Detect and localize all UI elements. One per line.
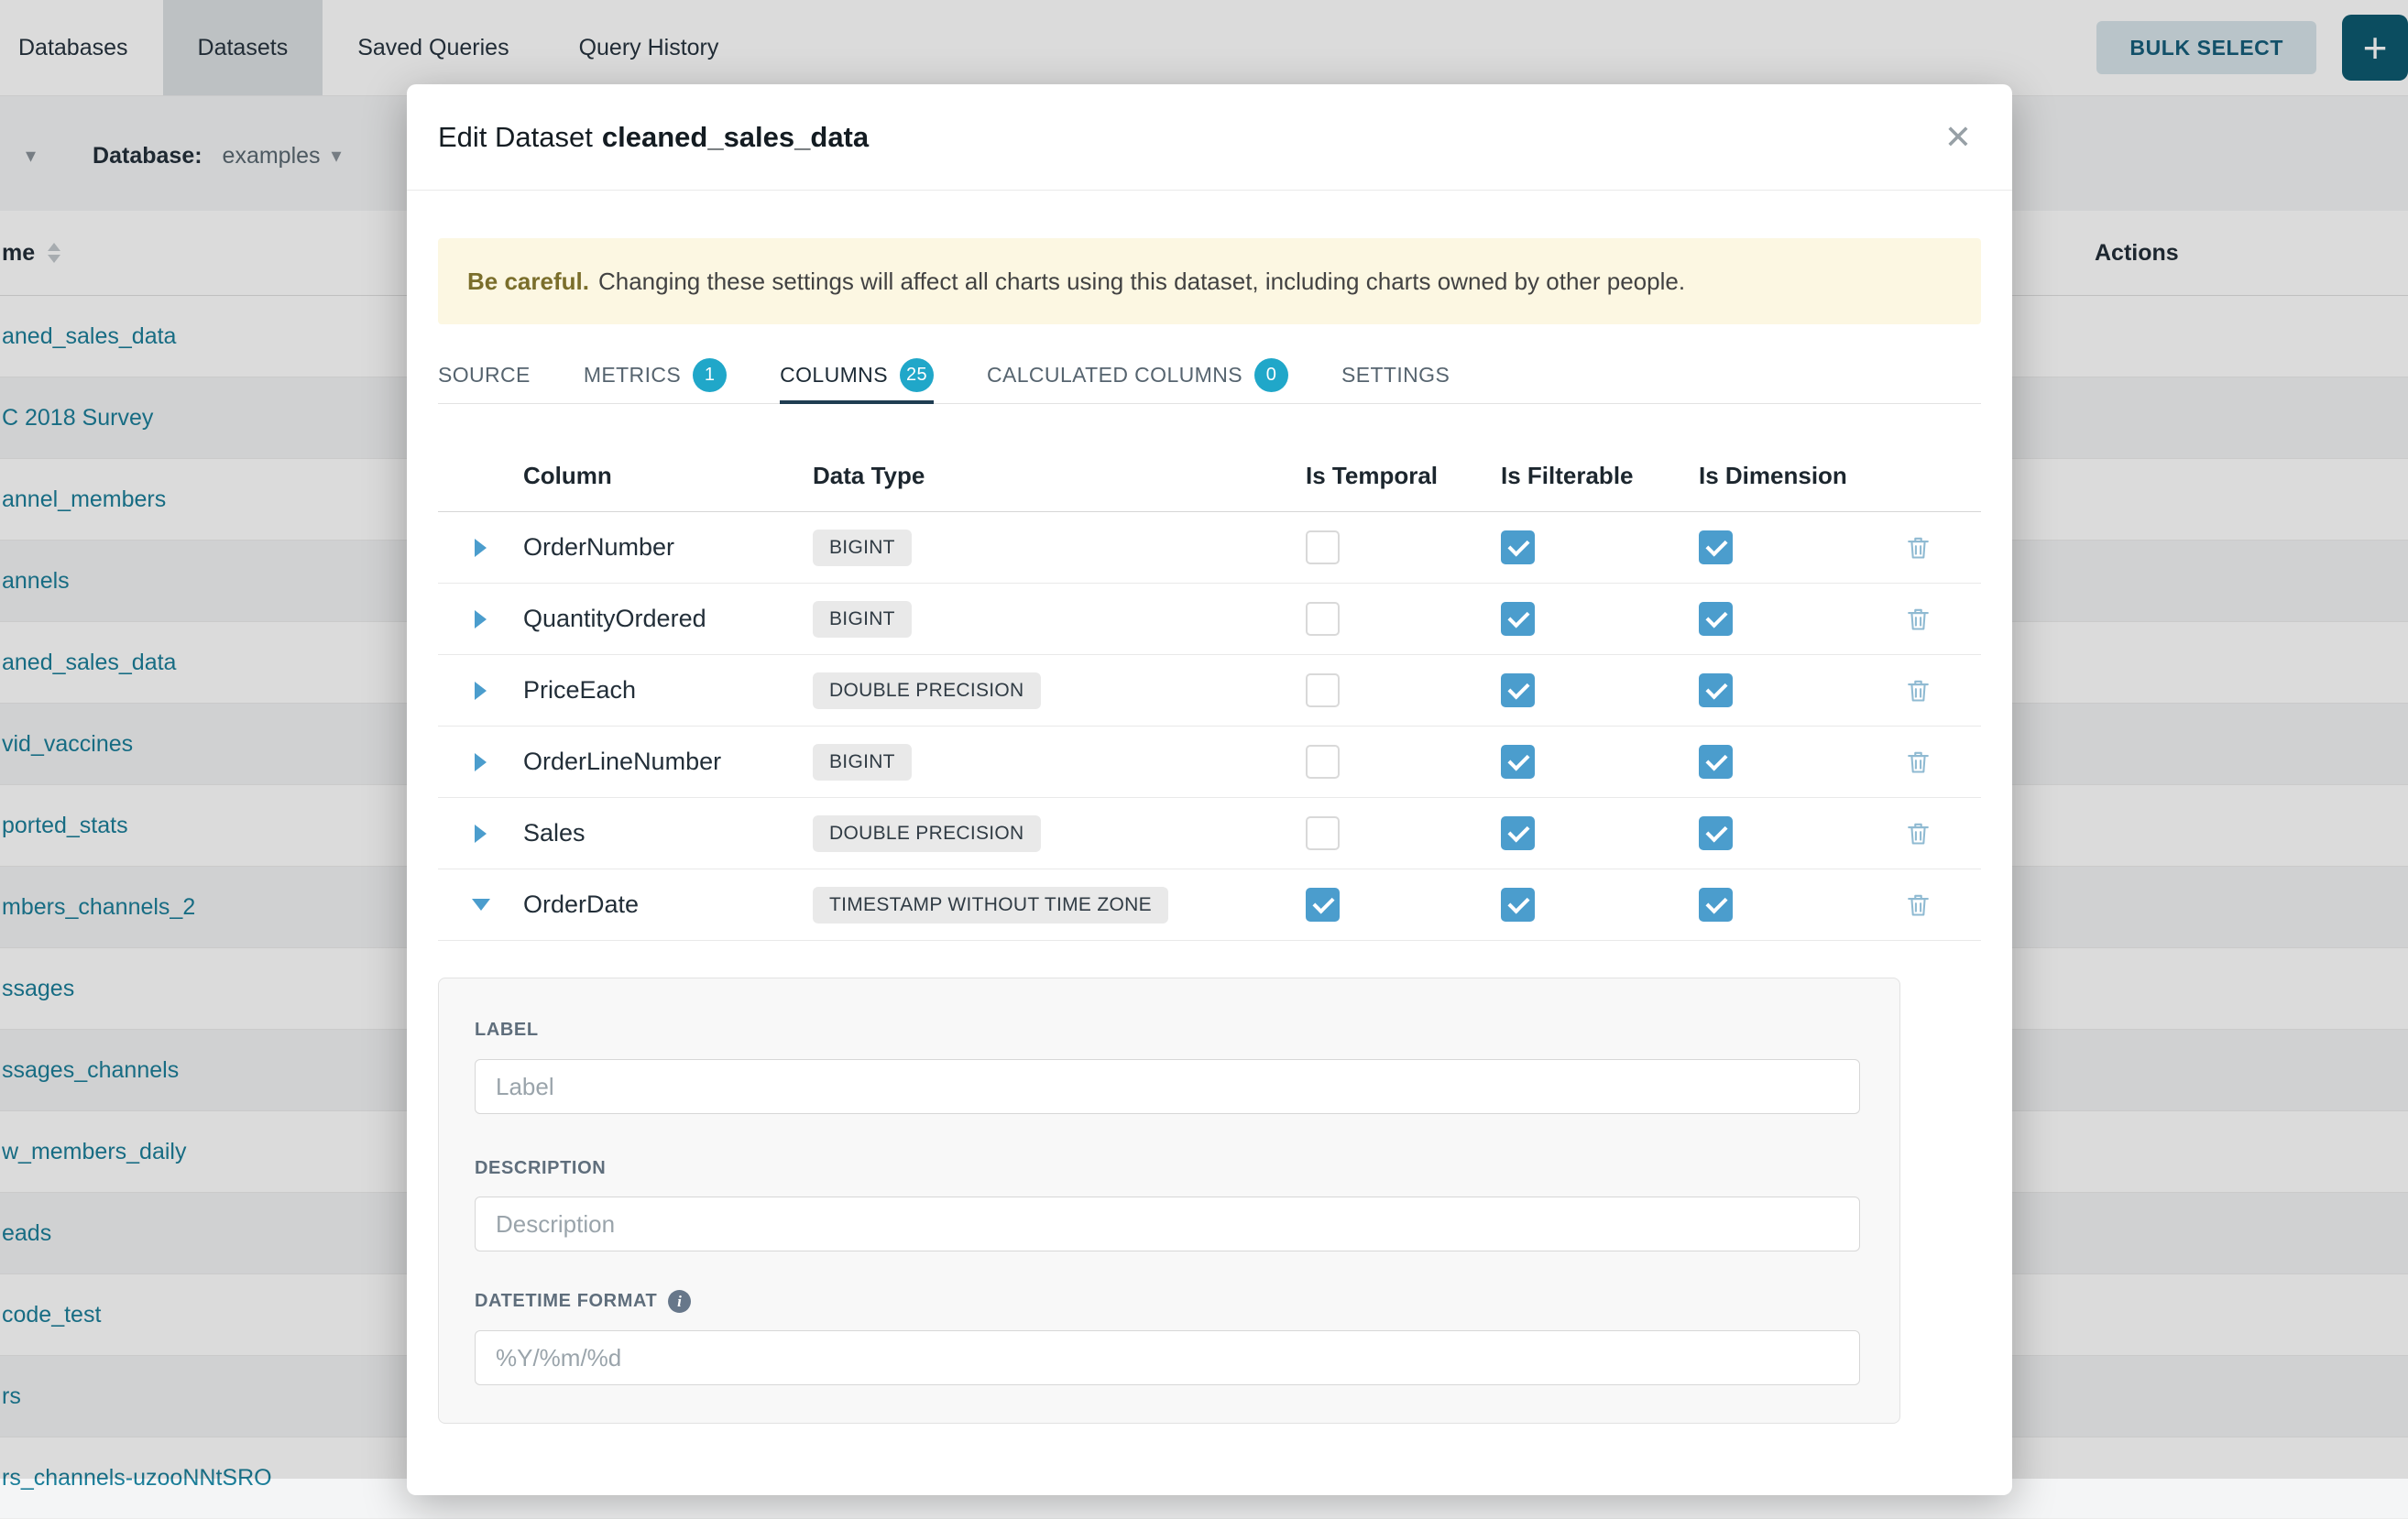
is-dimension-checkbox[interactable]: [1699, 673, 1733, 707]
tab-label: SOURCE: [438, 363, 531, 388]
data-type-pill: DOUBLE PRECISION: [813, 815, 1041, 852]
tab-label: SETTINGS: [1341, 363, 1450, 388]
is-temporal-checkbox[interactable]: [1306, 673, 1340, 707]
datetime-format-input[interactable]: [475, 1330, 1860, 1385]
column-header: Column: [523, 462, 813, 490]
data-type-pill: BIGINT: [813, 744, 912, 781]
description-input[interactable]: [475, 1197, 1860, 1251]
delete-column-icon[interactable]: [1904, 748, 1932, 776]
expand-caret-icon[interactable]: [475, 753, 487, 771]
warning-banner: Be careful. Changing these settings will…: [438, 238, 1981, 324]
warning-bold-text: Be careful.: [467, 268, 589, 296]
is-filterable-checkbox[interactable]: [1501, 602, 1535, 636]
column-row-orderlinenumber: OrderLineNumberBIGINT: [438, 727, 1981, 798]
expand-caret-icon[interactable]: [475, 825, 487, 843]
expand-caret-icon[interactable]: [475, 682, 487, 700]
modal-body: Be careful. Changing these settings will…: [407, 238, 2012, 1424]
is-dimension-checkbox[interactable]: [1699, 816, 1733, 850]
tab-label: METRICS: [584, 363, 681, 388]
column-row-orderdate: OrderDateTIMESTAMP WITHOUT TIME ZONE: [438, 869, 1981, 941]
modal-title: Edit Dataset cleaned_sales_data: [438, 121, 869, 154]
edit-dataset-modal: Edit Dataset cleaned_sales_data ✕ Be care…: [407, 84, 2012, 1495]
data-type-pill: DOUBLE PRECISION: [813, 672, 1041, 709]
modal-tabs: SOURCE METRICS 1 COLUMNS 25 CALCULATED COLUMN…: [438, 346, 1981, 404]
column-row-sales: SalesDOUBLE PRECISION: [438, 798, 1981, 869]
modal-title-prefix: Edit Dataset: [438, 121, 593, 153]
delete-column-icon[interactable]: [1904, 533, 1932, 562]
is-filterable-checkbox[interactable]: [1501, 530, 1535, 564]
close-icon[interactable]: ✕: [1944, 118, 1972, 157]
delete-column-icon[interactable]: [1904, 676, 1932, 705]
modal-header: Edit Dataset cleaned_sales_data ✕: [407, 84, 2012, 191]
is-filterable-checkbox[interactable]: [1501, 745, 1535, 779]
column-row-priceeach: PriceEachDOUBLE PRECISION: [438, 655, 1981, 727]
is-dimension-header: Is Dimension: [1699, 462, 1897, 490]
is-dimension-checkbox[interactable]: [1699, 530, 1733, 564]
modal-title-dataset-name: cleaned_sales_data: [602, 121, 869, 153]
column-detail-panel: LABEL DESCRIPTION DATETIME FORMAT i: [438, 978, 1900, 1424]
is-filterable-checkbox[interactable]: [1501, 888, 1535, 922]
column-name: OrderLineNumber: [523, 748, 813, 776]
delete-column-icon[interactable]: [1904, 891, 1932, 919]
is-filterable-header: Is Filterable: [1501, 462, 1699, 490]
expand-caret-icon[interactable]: [475, 539, 487, 557]
label-field-label: LABEL: [475, 1020, 539, 1041]
description-field-label: DESCRIPTION: [475, 1158, 606, 1179]
is-temporal-checkbox[interactable]: [1306, 816, 1340, 850]
is-dimension-checkbox[interactable]: [1699, 745, 1733, 779]
tab-count-badge: 1: [693, 358, 727, 392]
tab-calculated-columns[interactable]: CALCULATED COLUMNS 0: [987, 346, 1288, 403]
delete-column-icon[interactable]: [1904, 819, 1932, 847]
columns-table-header: Column Data Type Is Temporal Is Filterab…: [438, 441, 1981, 512]
data-type-pill: BIGINT: [813, 601, 912, 638]
delete-column-icon[interactable]: [1904, 605, 1932, 633]
column-name: OrderNumber: [523, 533, 813, 562]
is-temporal-checkbox[interactable]: [1306, 888, 1340, 922]
data-type-pill: BIGINT: [813, 530, 912, 566]
tab-count-badge: 25: [900, 358, 934, 392]
column-name: PriceEach: [523, 676, 813, 705]
column-name: Sales: [523, 819, 813, 847]
column-row-ordernumber: OrderNumberBIGINT: [438, 512, 1981, 584]
is-temporal-header: Is Temporal: [1306, 462, 1501, 490]
info-icon[interactable]: i: [668, 1290, 691, 1313]
label-input[interactable]: [475, 1059, 1860, 1114]
tab-settings[interactable]: SETTINGS: [1341, 346, 1450, 403]
columns-table-rows: OrderNumberBIGINTQuantityOrderedBIGINTPr…: [438, 512, 1981, 941]
is-filterable-checkbox[interactable]: [1501, 816, 1535, 850]
column-name: QuantityOrdered: [523, 605, 813, 633]
tab-count-badge: 0: [1254, 358, 1288, 392]
is-temporal-checkbox[interactable]: [1306, 602, 1340, 636]
data-type-pill: TIMESTAMP WITHOUT TIME ZONE: [813, 887, 1168, 923]
tab-columns[interactable]: COLUMNS 25: [780, 346, 934, 403]
tab-label: COLUMNS: [780, 363, 888, 388]
warning-text: Changing these settings will affect all …: [598, 268, 1685, 296]
column-name: OrderDate: [523, 891, 813, 919]
column-row-quantityordered: QuantityOrderedBIGINT: [438, 584, 1981, 655]
tab-label: CALCULATED COLUMNS: [987, 363, 1242, 388]
is-dimension-checkbox[interactable]: [1699, 602, 1733, 636]
is-dimension-checkbox[interactable]: [1699, 888, 1733, 922]
is-temporal-checkbox[interactable]: [1306, 530, 1340, 564]
is-filterable-checkbox[interactable]: [1501, 673, 1535, 707]
datetime-format-label-text: DATETIME FORMAT: [475, 1291, 657, 1312]
datetime-format-field-label: DATETIME FORMAT i: [475, 1290, 691, 1313]
tab-metrics[interactable]: METRICS 1: [584, 346, 727, 403]
is-temporal-checkbox[interactable]: [1306, 745, 1340, 779]
data-type-header: Data Type: [813, 462, 1306, 490]
tab-source[interactable]: SOURCE: [438, 346, 531, 403]
expand-caret-icon[interactable]: [472, 899, 490, 911]
expand-caret-icon[interactable]: [475, 610, 487, 628]
